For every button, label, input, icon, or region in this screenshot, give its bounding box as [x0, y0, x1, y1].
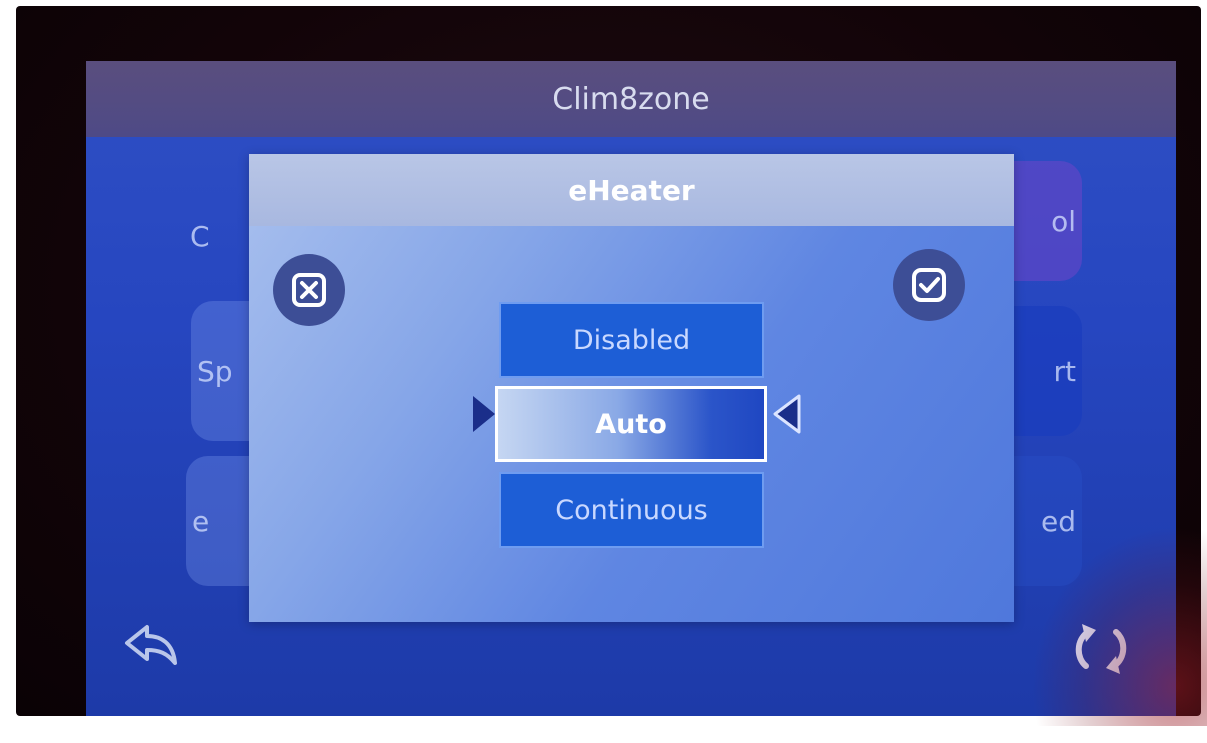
option-disabled[interactable]: Disabled	[499, 302, 764, 378]
refresh-button[interactable]	[1061, 611, 1141, 686]
option-label: Continuous	[555, 494, 708, 526]
checkbox-checked-icon	[912, 268, 946, 302]
background-tile-label: e	[192, 504, 210, 538]
confirm-button[interactable]	[893, 249, 965, 321]
app-title: Clim8zone	[552, 81, 710, 117]
option-continuous[interactable]: Continuous	[499, 472, 764, 548]
eheater-dialog: eHeater Disabled Auto Continuous	[249, 154, 1014, 622]
option-auto-selected[interactable]: Auto	[495, 386, 767, 462]
background-tile-label: Sp	[197, 354, 233, 388]
app-title-bar: Clim8zone	[86, 61, 1176, 137]
background-tile-label: rt	[1053, 354, 1077, 388]
back-button[interactable]	[116, 616, 186, 676]
select-right-arrow-icon	[773, 394, 801, 434]
back-arrow-icon	[125, 625, 177, 665]
background-tile-label: ed	[1041, 504, 1076, 538]
background-tile-label: C	[190, 219, 210, 253]
background-tile-label: ol	[1051, 204, 1076, 238]
mode-option-list: Disabled Auto Continuous	[495, 302, 767, 548]
refresh-icon	[1075, 623, 1127, 674]
device-bezel: Clim8zone C Sp e ol rt ed eHeater Disabl…	[16, 6, 1207, 726]
option-label: Auto	[595, 408, 667, 440]
cancel-button[interactable]	[273, 254, 345, 326]
option-label: Disabled	[572, 324, 691, 356]
close-box-icon	[292, 273, 326, 307]
dialog-title: eHeater	[568, 173, 695, 207]
touch-screen: Clim8zone C Sp e ol rt ed eHeater Disabl…	[86, 61, 1176, 716]
dialog-title-bar: eHeater	[249, 154, 1014, 226]
